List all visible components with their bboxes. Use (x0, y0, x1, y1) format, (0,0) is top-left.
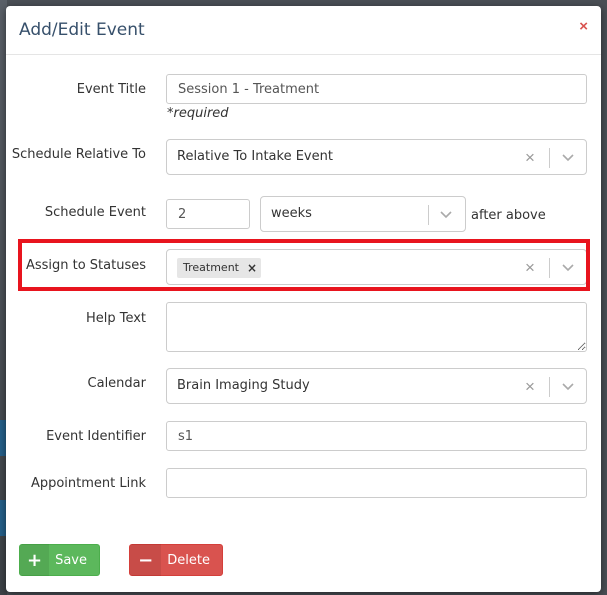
chevron-down-icon[interactable] (560, 149, 576, 165)
required-hint: *required (167, 106, 229, 121)
calendar-select[interactable]: Brain Imaging Study × (166, 368, 587, 404)
appointment-link-label: Appointment Link (30, 476, 146, 491)
select-separator (549, 148, 550, 168)
highlight-box (18, 239, 590, 291)
schedule-relative-value: Relative To Intake Event (177, 149, 333, 164)
modal-title: Add/Edit Event (19, 20, 145, 40)
delete-button-label: Delete (167, 552, 210, 568)
schedule-amount-input[interactable] (166, 199, 250, 229)
help-text-textarea[interactable] (166, 302, 587, 352)
chevron-down-icon[interactable] (560, 378, 576, 394)
event-identifier-label: Event Identifier (46, 429, 146, 444)
calendar-label: Calendar (87, 376, 146, 391)
chevron-down-icon[interactable] (438, 206, 454, 222)
event-title-label: Event Title (76, 82, 146, 97)
minus-icon: − (130, 544, 162, 576)
schedule-event-label: Schedule Event (44, 205, 146, 220)
schedule-unit-value: weeks (271, 206, 312, 221)
delete-button[interactable]: − Delete (129, 544, 223, 576)
select-separator (549, 377, 550, 397)
clear-icon[interactable]: × (525, 148, 535, 168)
modal-header: Add/Edit Event × (6, 6, 601, 55)
select-separator (428, 205, 429, 225)
close-icon[interactable]: × (579, 18, 588, 35)
help-text-label: Help Text (85, 311, 146, 326)
save-button[interactable]: + Save (19, 544, 100, 576)
calendar-value: Brain Imaging Study (177, 378, 310, 393)
schedule-unit-select[interactable]: weeks (260, 196, 466, 232)
add-edit-event-modal: Add/Edit Event × Event Title *required S… (6, 6, 601, 592)
schedule-suffix: after above (471, 208, 546, 223)
clear-icon[interactable]: × (525, 377, 535, 397)
appointment-link-input[interactable] (166, 468, 587, 498)
plus-icon: + (20, 544, 50, 576)
event-identifier-input[interactable] (166, 421, 587, 451)
event-title-input[interactable] (166, 74, 587, 104)
schedule-relative-select[interactable]: Relative To Intake Event × (166, 139, 587, 175)
schedule-relative-label: Schedule Relative To (11, 147, 146, 162)
save-button-label: Save (55, 552, 87, 568)
